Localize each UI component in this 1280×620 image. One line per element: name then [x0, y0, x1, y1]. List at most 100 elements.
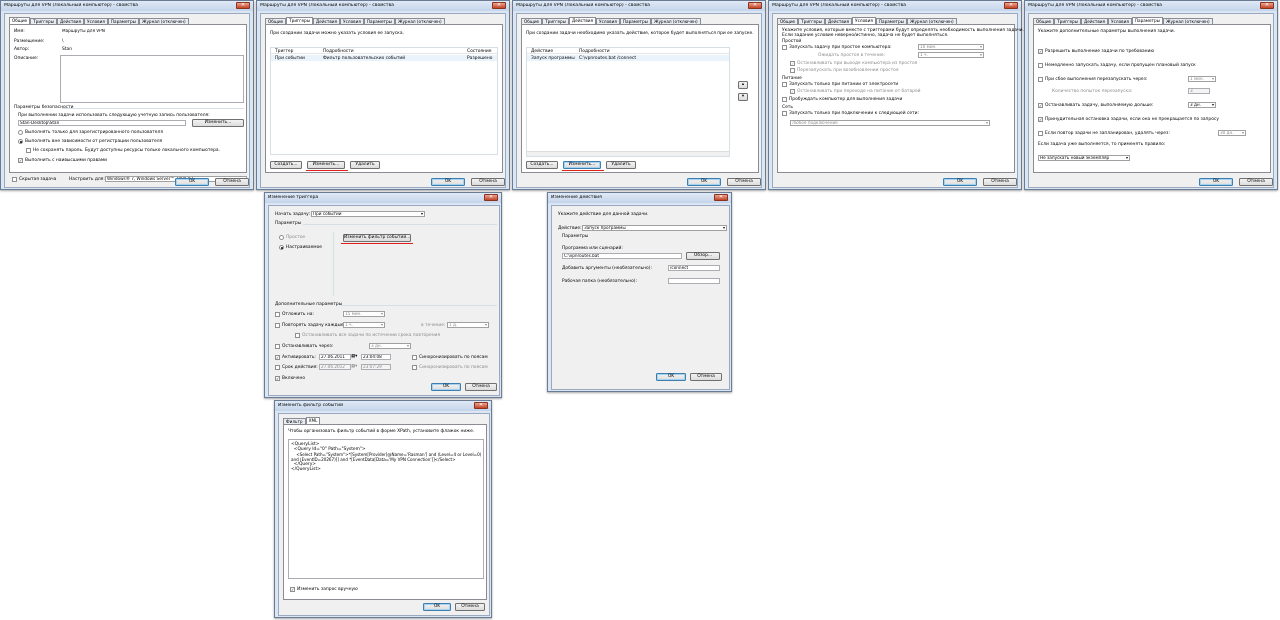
ok-button[interactable]: OK	[431, 383, 461, 391]
stop-long-checkbox[interactable]: ✓	[1038, 103, 1043, 108]
ok-button[interactable]: OK	[423, 603, 451, 611]
radio-custom[interactable]	[279, 245, 284, 250]
radio-logged-on[interactable]	[18, 130, 23, 135]
idle-stop-checkbox[interactable]: ✓	[790, 61, 795, 66]
title-bar[interactable]: Маршруты для VPN (Локальный компьютер) -…	[1025, 1, 1277, 11]
close-icon[interactable]: ✕	[1260, 2, 1274, 9]
col-action[interactable]: Действие	[531, 49, 553, 54]
sync-activate-checkbox[interactable]	[412, 355, 417, 360]
table-row[interactable]: Запуск программы C:\vpnroutes.bat /conne…	[527, 55, 729, 61]
delay-select[interactable]: 15 мин.	[343, 311, 385, 317]
stop-after-select[interactable]: 3 дн.	[369, 343, 411, 349]
calendar-icon[interactable]: ▦▾	[351, 364, 357, 369]
ok-button[interactable]: OK	[1199, 178, 1233, 186]
idle-start-select[interactable]: 10 мин.	[918, 44, 984, 50]
power-wake-checkbox[interactable]	[782, 97, 787, 102]
activate-date-field[interactable]: 27.06.2011	[319, 354, 351, 360]
move-up-button[interactable]: ▴	[738, 81, 748, 89]
cancel-button[interactable]: Отмена	[455, 603, 485, 611]
ok-button[interactable]: OK	[656, 373, 686, 381]
change-user-button[interactable]: Изменить...	[192, 119, 244, 127]
delete-after-select[interactable]: 30 дн.	[1218, 130, 1246, 136]
xml-editor[interactable]: <QueryList> <Query Id="0" Path="System">…	[288, 439, 484, 579]
start-in-field[interactable]	[668, 278, 720, 284]
stop-after-checkbox[interactable]	[275, 344, 280, 349]
cancel-button[interactable]: Отмена	[215, 178, 249, 186]
create-trigger-button[interactable]: Создать...	[270, 161, 302, 169]
radio-simple[interactable]	[279, 235, 284, 240]
close-icon[interactable]: ✕	[748, 2, 762, 9]
highest-privileges-checkbox[interactable]: ✓	[18, 158, 23, 163]
horizontal-scrollbar[interactable]	[527, 151, 729, 156]
begin-task-select[interactable]: При событии	[311, 211, 425, 217]
enabled-checkbox[interactable]: ✓	[275, 376, 280, 381]
stop-all-checkbox[interactable]	[295, 333, 300, 338]
table-row[interactable]: При событии Фильтр пользовательских собы…	[271, 55, 497, 61]
program-field[interactable]: C:\vpnroutes.bat	[562, 253, 682, 259]
stop-long-select[interactable]: 3 дн.	[1188, 102, 1216, 108]
restart-attempts-field[interactable]: 3	[1188, 88, 1210, 94]
run-as-field[interactable]: Stan-Desktop\Stan	[18, 120, 186, 126]
delete-after-checkbox[interactable]	[1038, 131, 1043, 136]
expire-time-field[interactable]: 23:07:29	[361, 364, 391, 370]
calendar-icon[interactable]: ▦▾	[351, 354, 357, 359]
activate-checkbox[interactable]: ✓	[275, 355, 280, 360]
close-icon[interactable]: ✕	[492, 2, 506, 9]
action-select[interactable]: Запуск программы	[582, 225, 727, 231]
title-bar[interactable]: Маршруты для VPN (Локальный компьютер) -…	[1, 1, 253, 11]
col-trigger[interactable]: Триггер	[275, 49, 293, 54]
create-action-button[interactable]: Создать...	[526, 161, 558, 169]
expire-date-field[interactable]: 27.06.2012	[319, 364, 351, 370]
repeat-checkbox[interactable]	[275, 323, 280, 328]
close-icon[interactable]: ✕	[236, 2, 250, 9]
ok-button[interactable]: OK	[687, 178, 721, 186]
close-icon[interactable]: ✕	[714, 194, 728, 201]
delay-checkbox[interactable]	[275, 312, 280, 317]
description-field[interactable]	[60, 55, 244, 103]
power-battery-checkbox[interactable]: ✓	[790, 89, 795, 94]
restart-on-fail-checkbox[interactable]	[1038, 77, 1043, 82]
idle-start-checkbox[interactable]	[782, 45, 787, 50]
move-down-button[interactable]: ▾	[738, 93, 748, 101]
cancel-button[interactable]: Отмена	[471, 178, 505, 186]
manual-edit-checkbox[interactable]: ✓	[290, 587, 295, 592]
idle-wait-select[interactable]: 1 ч.	[918, 52, 984, 58]
close-icon[interactable]: ✕	[1004, 2, 1018, 9]
edit-action-button[interactable]: Изменить...	[563, 161, 601, 169]
cancel-button[interactable]: Отмена	[727, 178, 761, 186]
title-bar[interactable]: Изменить фильтр событий ✕	[275, 401, 491, 411]
close-icon[interactable]: ✕	[484, 194, 498, 201]
no-password-checkbox[interactable]	[26, 148, 31, 153]
arguments-field[interactable]: /connect	[668, 265, 720, 271]
browse-button[interactable]: Обзор...	[686, 252, 720, 260]
repeat-select[interactable]: 1 ч.	[343, 322, 385, 328]
run-missed-checkbox[interactable]	[1038, 63, 1043, 68]
force-stop-checkbox[interactable]: ✓	[1038, 117, 1043, 122]
activate-time-field[interactable]: 23:04:08	[361, 354, 391, 360]
already-running-select[interactable]: Не запускать новый экземпляр	[1038, 155, 1130, 161]
delete-trigger-button[interactable]: Удалить	[350, 161, 380, 169]
ok-button[interactable]: OK	[943, 178, 977, 186]
network-only-checkbox[interactable]	[782, 111, 787, 116]
cancel-button[interactable]: Отмена	[983, 178, 1017, 186]
delete-action-button[interactable]: Удалить	[606, 161, 636, 169]
power-ac-checkbox[interactable]	[782, 82, 787, 87]
col-status[interactable]: Состояние	[467, 49, 491, 54]
restart-interval-select[interactable]: 1 мин.	[1188, 76, 1216, 82]
cancel-button[interactable]: Отмена	[465, 383, 497, 391]
ok-button[interactable]: OK	[175, 178, 209, 186]
cancel-button[interactable]: Отмена	[690, 373, 722, 381]
cancel-button[interactable]: Отмена	[1239, 178, 1273, 186]
title-bar[interactable]: Маршруты для VPN (Локальный компьютер) -…	[513, 1, 765, 11]
title-bar[interactable]: Изменение триггера ✕	[265, 193, 501, 203]
title-bar[interactable]: Маршруты для VPN (Локальный компьютер) -…	[769, 1, 1021, 11]
title-bar[interactable]: Маршруты для VPN (Локальный компьютер) -…	[257, 1, 509, 11]
hidden-task-checkbox[interactable]	[12, 177, 17, 182]
col-details[interactable]: Подробности	[579, 49, 610, 54]
ok-button[interactable]: OK	[431, 178, 465, 186]
radio-any-user[interactable]	[18, 139, 23, 144]
allow-demand-checkbox[interactable]: ✓	[1038, 49, 1043, 54]
col-details[interactable]: Подробности	[323, 49, 354, 54]
title-bar[interactable]: Изменение действия ✕	[548, 193, 731, 203]
edit-trigger-button[interactable]: Изменить...	[307, 161, 345, 169]
